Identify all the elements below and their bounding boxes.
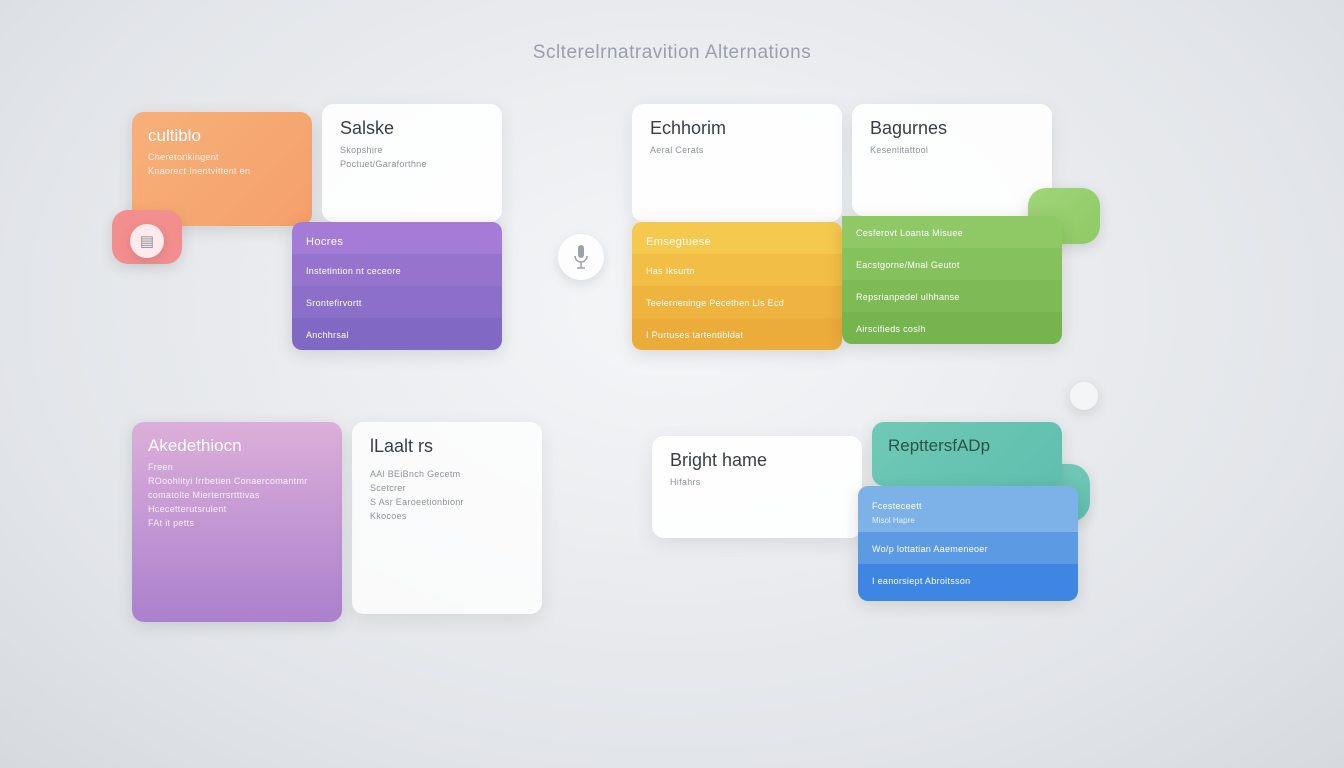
list-item: Airscifieds coslh xyxy=(842,312,1062,344)
bubble-accent xyxy=(1070,382,1098,410)
card-line: ROoohlityi Irrbetien Conaercomantmr xyxy=(148,476,326,486)
card-subtext: Kesenlitattool xyxy=(870,145,1034,155)
stack-right[interactable]: Cesferovt Loanta Misuee Eacstgorne/Mnal … xyxy=(842,216,1062,344)
card-line: comatolte Mierterrsrtttivas xyxy=(148,490,326,500)
list-item: Cesferovt Loanta Misuee xyxy=(842,216,1062,248)
card-label: Bright hame xyxy=(670,450,844,471)
card-bagurnes[interactable]: Bagurnes Kesenlitattool xyxy=(852,104,1052,216)
list-item: Anchhrsal xyxy=(292,318,502,350)
stack-header: Hocres xyxy=(292,222,502,254)
list-item: Instetintion nt ceceore xyxy=(292,254,502,286)
page-title: Sclterelrnatravition Alternations xyxy=(533,42,811,64)
card-line: FAt it petts xyxy=(148,518,326,528)
card-subtext: Cheretorikingent xyxy=(148,152,296,162)
card-label: Salske xyxy=(340,118,484,139)
list-item: Wo/p lottatian Aaemeneoer xyxy=(858,532,1078,564)
card-label: Bagurnes xyxy=(870,118,1034,139)
list-item: Teelerneninge Pecethen Lls Ecd xyxy=(632,286,842,318)
card-echhorim[interactable]: Echhorim Aeral Cerats xyxy=(632,104,842,222)
stack-blue[interactable]: Fcesteceett Misol Hapre Wo/p lottatian A… xyxy=(858,486,1078,601)
card-line: Scetcrer xyxy=(370,483,524,493)
card-subtext: Hifahrs xyxy=(670,477,844,487)
card-line: Poctuet/Garaforthne xyxy=(340,159,484,169)
stack-emsegtuese[interactable]: Emsegtuese Has Iksurtn Teelerneninge Pec… xyxy=(632,222,842,350)
card-canvas: cultiblo Cheretorikingent Knaorect Inent… xyxy=(92,104,1252,724)
stack-hocres[interactable]: Hocres Instetintion nt ceceore Srontefir… xyxy=(292,222,502,350)
list-item: Has Iksurtn xyxy=(632,254,842,286)
window-icon: ▤ xyxy=(130,224,164,258)
card-cultiblo[interactable]: cultiblo Cheretorikingent Knaorect Inent… xyxy=(132,112,312,226)
card-repttersfadp[interactable]: RepttersfADp xyxy=(872,422,1062,486)
card-akedethiocn[interactable]: Akedethiocn Freen ROoohlityi Irrbetien C… xyxy=(132,422,342,622)
card-line: Hcecetterutsrulent xyxy=(148,504,326,514)
list-item: Repsrianpedel ulhhanse xyxy=(842,280,1062,312)
list-item: Eacstgorne/Mnal Geutot xyxy=(842,248,1062,280)
card-line: AAl BEiBnch Gecetm xyxy=(370,469,524,479)
card-subtext: Skopshire xyxy=(340,145,484,155)
list-item: Srontefirvortt xyxy=(292,286,502,318)
card-line: Kkocoes xyxy=(370,511,524,521)
card-brighthame[interactable]: Bright hame Hifahrs xyxy=(652,436,862,538)
list-item: Fcesteceett Misol Hapre xyxy=(858,486,1078,532)
list-item: I Purtuses tartentibldat xyxy=(632,318,842,350)
card-label: Akedethiocn xyxy=(148,436,326,456)
stack-header: Emsegtuese xyxy=(632,222,842,254)
microphone-icon xyxy=(558,234,604,280)
card-salske[interactable]: Salske Skopshire Poctuet/Garaforthne xyxy=(322,104,502,222)
card-label: RepttersfADp xyxy=(888,436,1046,456)
card-laaltrs[interactable]: lLaalt rs AAl BEiBnch Gecetm Scetcrer S … xyxy=(352,422,542,614)
card-subtext: Freen xyxy=(148,462,326,472)
list-item: I eanorsiept Abroitsson xyxy=(858,564,1078,601)
card-label: Echhorim xyxy=(650,118,824,139)
card-line: Knaorect Inentvittent en xyxy=(148,166,296,176)
card-label: cultiblo xyxy=(148,126,296,146)
card-label: lLaalt rs xyxy=(370,436,524,457)
card-line: S Asr Earoeetionbionr xyxy=(370,497,524,507)
card-subtext: Aeral Cerats xyxy=(650,145,824,155)
